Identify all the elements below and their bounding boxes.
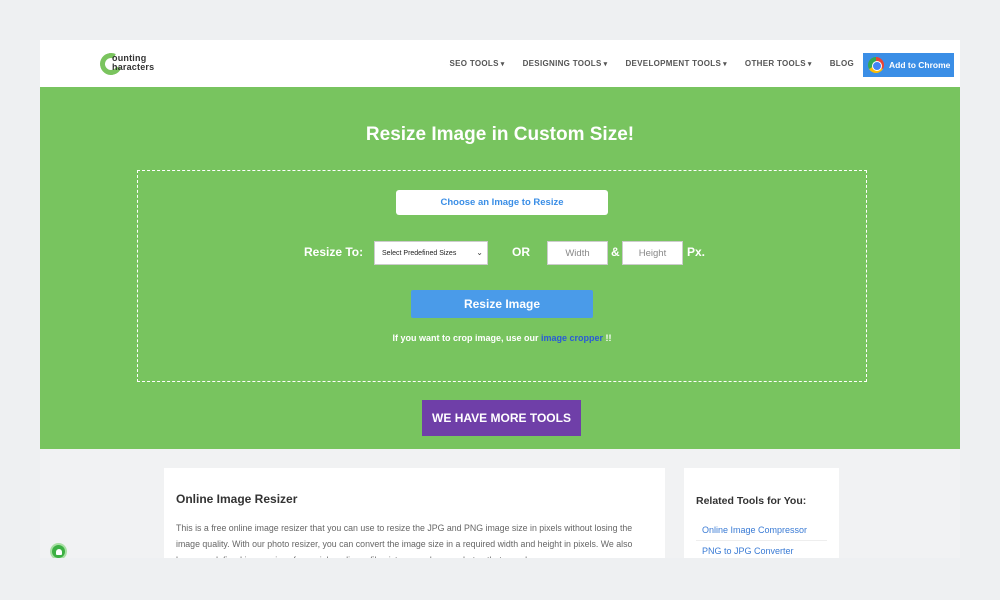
px-unit-label: Px. bbox=[687, 245, 706, 259]
related-tools-card: Related Tools for You: Online Image Comp… bbox=[684, 468, 839, 558]
image-dropzone[interactable]: Choose an Image to Resize Resize To: Sel… bbox=[137, 170, 867, 382]
choose-image-button[interactable]: Choose an Image to Resize bbox=[396, 190, 608, 215]
ampersand-label: & bbox=[611, 245, 620, 259]
related-tool-link[interactable]: PNG to JPG Converter bbox=[696, 541, 827, 558]
nav-blog-label: BLOG bbox=[829, 59, 854, 68]
nav-other-tools-label: OTHER TOOLS bbox=[744, 59, 806, 68]
nav-seo-tools-label: SEO TOOLS bbox=[449, 59, 499, 68]
add-to-chrome-button[interactable]: Add to Chrome bbox=[863, 53, 954, 77]
nav-blog[interactable]: BLOG bbox=[830, 59, 854, 68]
nav-seo-tools[interactable]: SEO TOOLS ▾ bbox=[450, 59, 505, 68]
logo-text: ounting haracters bbox=[112, 54, 154, 72]
page-title: Resize Image in Custom Size! bbox=[365, 124, 635, 145]
or-label: OR bbox=[512, 245, 530, 259]
article-body: This is a free online image resizer that… bbox=[176, 523, 633, 558]
chevron-down-icon: ▾ bbox=[603, 61, 608, 68]
main-nav: SEO TOOLS ▾ DESIGNING TOOLS ▾ DEVELOPMENT … bbox=[450, 40, 854, 87]
add-to-chrome-label: Add to Chrome bbox=[889, 60, 951, 70]
site-header: ounting haracters SEO TOOLS ▾ DESIGNING T… bbox=[40, 40, 960, 87]
chevron-down-icon: ▾ bbox=[807, 61, 812, 68]
logo-line-2: haracters bbox=[112, 62, 155, 72]
crop-note-prefix: If you want to crop image, use our bbox=[392, 333, 541, 343]
crop-note-suffix: !! bbox=[603, 333, 612, 343]
chrome-icon bbox=[868, 57, 884, 73]
resizer-hero: Resize Image in Custom Size! Choose an I… bbox=[40, 87, 960, 449]
notification-bell-icon[interactable] bbox=[50, 543, 67, 558]
width-input[interactable] bbox=[547, 241, 608, 265]
nav-other-tools[interactable]: OTHER TOOLS ▾ bbox=[745, 59, 812, 68]
resize-to-label: Resize To: bbox=[304, 245, 364, 259]
article-card: Online Image Resizer This is a free onli… bbox=[164, 468, 665, 558]
related-tool-link[interactable]: Online Image Compressor bbox=[696, 520, 827, 541]
predefined-size-select[interactable]: Select Predefined Sizes ⌄ bbox=[374, 241, 488, 265]
nav-development-tools-label: DEVELOPMENT TOOLS bbox=[625, 59, 722, 68]
height-input[interactable] bbox=[622, 241, 683, 265]
resize-options-row: Resize To: Select Predefined Sizes ⌄ OR … bbox=[138, 241, 866, 265]
predefined-size-value: Select Predefined Sizes bbox=[382, 249, 457, 257]
page-viewport: ounting haracters SEO TOOLS ▾ DESIGNING T… bbox=[40, 40, 960, 558]
image-cropper-link[interactable]: image cropper bbox=[541, 333, 603, 343]
chevron-down-icon: ▾ bbox=[500, 61, 505, 68]
related-tools-title: Related Tools for You: bbox=[696, 495, 807, 507]
resize-image-button[interactable]: Resize Image bbox=[411, 290, 593, 318]
more-tools-button[interactable]: WE HAVE MORE TOOLS bbox=[422, 400, 581, 436]
nav-designing-tools[interactable]: DESIGNING TOOLS ▾ bbox=[523, 59, 608, 68]
nav-designing-tools-label: DESIGNING TOOLS bbox=[522, 59, 602, 68]
chevron-down-icon: ⌄ bbox=[476, 248, 483, 257]
crop-note: If you want to crop image, use our image… bbox=[138, 333, 866, 343]
nav-development-tools[interactable]: DEVELOPMENT TOOLS ▾ bbox=[625, 59, 726, 68]
chevron-down-icon: ▾ bbox=[723, 61, 727, 68]
article-title: Online Image Resizer bbox=[176, 492, 298, 506]
